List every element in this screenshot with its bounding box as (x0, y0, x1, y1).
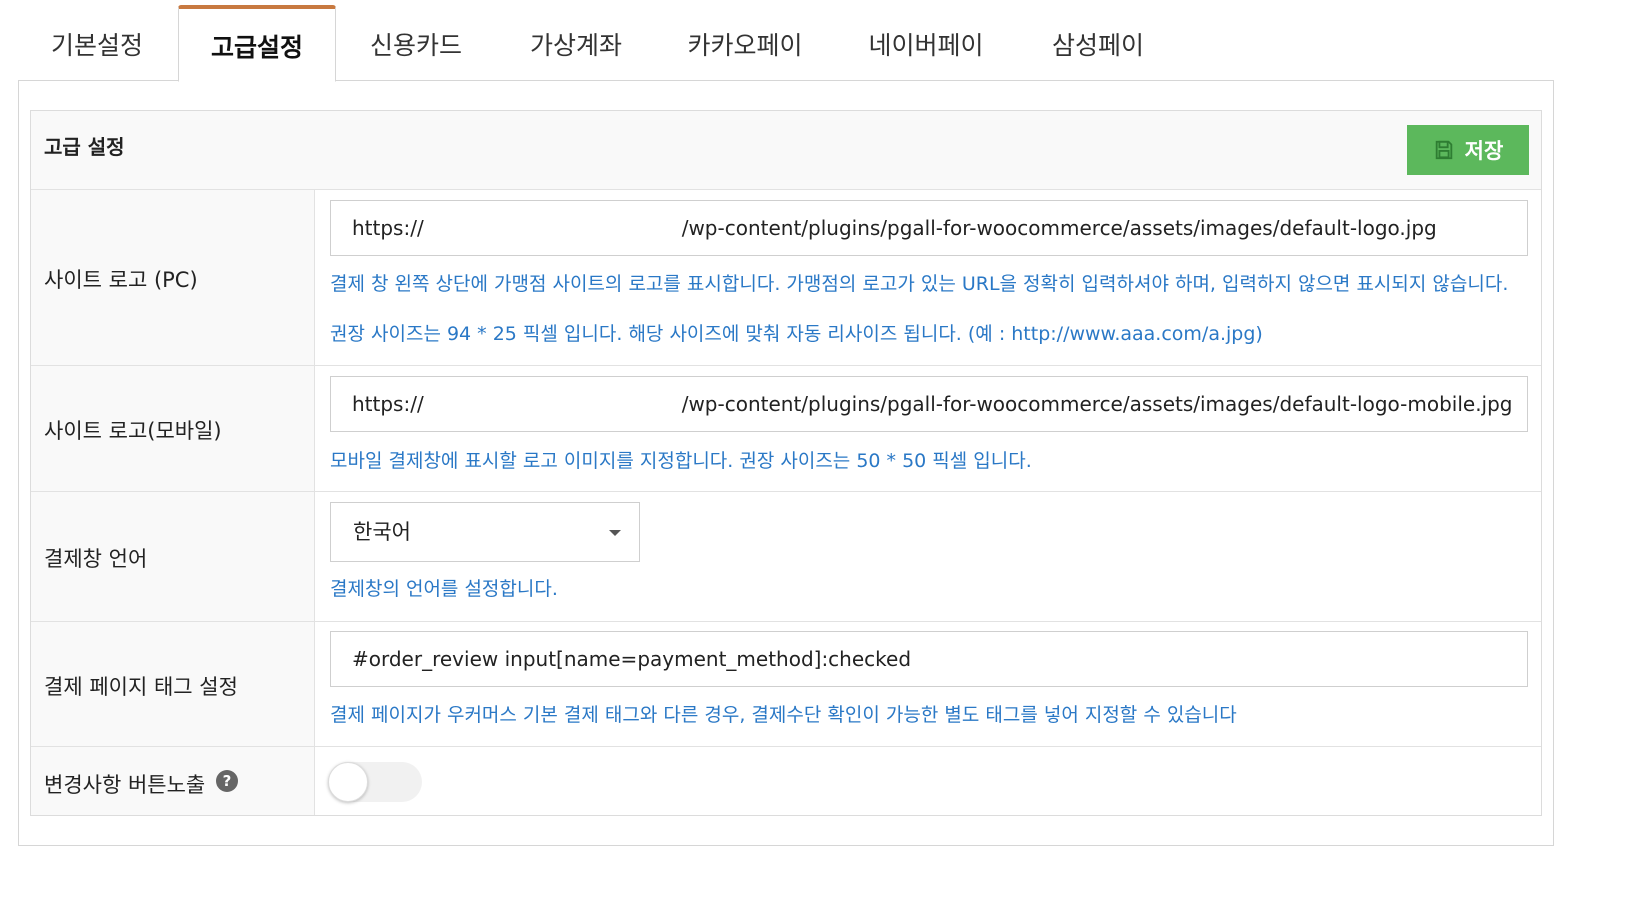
site-logo-mobile-input[interactable]: https:///wp-content/plugins/pgall-for-wo… (330, 376, 1528, 432)
tab-virtual-account[interactable]: 가상계좌 (496, 6, 656, 81)
label-show-changes-button: 변경사항 버튼노출 (44, 773, 206, 797)
site-logo-mobile-description: 모바일 결제창에 표시할 로고 이미지를 지정합니다. 권장 사이즈는 50 *… (330, 450, 1032, 472)
row-payment-page-tag: 결제 페이지 태그 설정 #order_review input[name=pa… (31, 622, 1541, 747)
toggle-knob (328, 762, 368, 802)
payment-tag-description: 결제 페이지가 우커머스 기본 결제 태그와 다른 경우, 결제수단 확인이 가… (330, 704, 1237, 726)
site-logo-pc-input[interactable]: https:///wp-content/plugins/pgall-for-wo… (330, 200, 1528, 256)
row-site-logo-pc: 사이트 로고 (PC) https:///wp-content/plugins/… (31, 190, 1541, 366)
chevron-down-icon (609, 530, 621, 536)
tab-samsungpay[interactable]: 삼성페이 (1018, 6, 1178, 81)
advanced-settings-panel: 고급 설정 저장 사이트 로고 (PC) https:///wp-content… (30, 110, 1542, 816)
save-button[interactable]: 저장 (1407, 125, 1529, 175)
panel-title: 고급 설정 (44, 135, 125, 159)
panel-header: 고급 설정 저장 (31, 111, 1541, 190)
tab-credit-card[interactable]: 신용카드 (336, 6, 496, 81)
show-changes-toggle[interactable] (328, 762, 422, 802)
payment-tag-input[interactable]: #order_review input[name=payment_method]… (330, 631, 1528, 687)
site-logo-pc-description: 결제 창 왼쪽 상단에 가맹점 사이트의 로고를 표시합니다. 가맹점의 로고가… (330, 273, 1509, 295)
settings-tabs: 기본설정 고급설정 신용카드 가상계좌 카카오페이 네이버페이 삼성페이 (18, 0, 1554, 82)
row-show-changes-button: 변경사항 버튼노출 ? (31, 747, 1541, 815)
row-payment-language: 결제창 언어 한국어 결제창의 언어를 설정합니다. (31, 492, 1541, 622)
question-circle-icon[interactable]: ? (216, 770, 238, 792)
row-site-logo-mobile: 사이트 로고(모바일) https:///wp-content/plugins/… (31, 366, 1541, 492)
tab-advanced-settings[interactable]: 고급설정 (178, 5, 336, 82)
label-site-logo-pc: 사이트 로고 (PC) (44, 268, 198, 292)
floppy-disk-icon (1435, 140, 1452, 160)
tab-basic-settings[interactable]: 기본설정 (18, 6, 176, 81)
site-logo-pc-size-hint: 권장 사이즈는 94 * 25 픽셀 입니다. 해당 사이즈에 맞춰 자동 리사… (330, 323, 1263, 345)
tab-kakaopay[interactable]: 카카오페이 (656, 6, 834, 81)
label-payment-language: 결제창 언어 (44, 547, 148, 571)
save-button-label: 저장 (1464, 139, 1504, 163)
label-site-logo-mobile: 사이트 로고(모바일) (44, 419, 222, 443)
tab-naverpay[interactable]: 네이버페이 (834, 6, 1018, 81)
language-select[interactable]: 한국어 (330, 502, 640, 562)
label-payment-page-tag: 결제 페이지 태그 설정 (44, 675, 238, 699)
language-description: 결제창의 언어를 설정합니다. (330, 578, 558, 600)
